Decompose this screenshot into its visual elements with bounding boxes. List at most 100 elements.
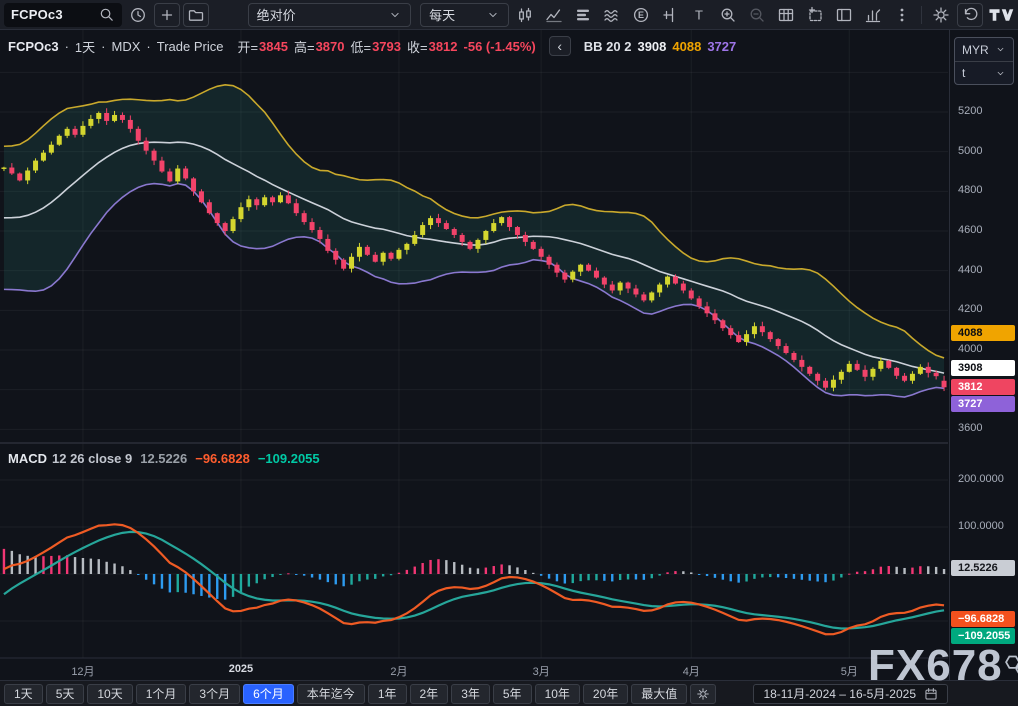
legend-symbol[interactable]: FCPOc3 — [8, 39, 59, 54]
price-badge: 3908 — [951, 360, 1015, 376]
macd-pane — [3, 524, 946, 634]
bb-indicator-title[interactable]: BB 20 2 — [584, 39, 632, 54]
interval-dropdown[interactable]: 每天 — [420, 3, 509, 27]
price-axis-label: 4600 — [958, 224, 982, 236]
volume-profile-icon[interactable] — [860, 3, 886, 27]
clock-icon[interactable] — [125, 3, 151, 27]
range-button-5年[interactable]: 5年 — [493, 684, 532, 704]
range-button-5天[interactable]: 5天 — [46, 684, 85, 704]
text-tool-icon[interactable]: T — [686, 3, 712, 27]
macd-axis-label: 200.0000 — [958, 473, 1004, 485]
compare-icon[interactable] — [570, 3, 596, 27]
high-label: 高= — [294, 37, 315, 56]
undo-icon[interactable] — [957, 3, 983, 27]
svg-text:T: T — [695, 7, 703, 22]
macd-hist-value: 12.5226 — [140, 451, 187, 466]
open-value: 3845 — [259, 39, 288, 54]
macd-axis-label: 100.0000 — [958, 520, 1004, 532]
range-button-最大值[interactable]: 最大值 — [631, 684, 687, 704]
indicators-icon[interactable] — [541, 3, 567, 27]
macd-params: 12 26 close 9 — [52, 451, 132, 466]
bb-basis-value: 3908 — [637, 39, 666, 54]
range-button-6个月[interactable]: 6个月 — [243, 684, 294, 704]
range-button-20年[interactable]: 20年 — [583, 684, 628, 704]
bottom-toolbar: 1天5天10天1个月3个月6个月本年迄今1年2年3年5年10年20年最大值 18… — [0, 680, 1018, 706]
main-chart-legend: FCPOc3 · 1天 · MDX · Trade Price 开=3845 高… — [8, 36, 736, 56]
macd-badge: −109.2055 — [951, 628, 1015, 644]
gear-icon — [696, 687, 710, 701]
chart-canvas[interactable] — [0, 30, 948, 680]
more-options-icon[interactable] — [889, 3, 915, 27]
price-axis-label: 4800 — [958, 184, 982, 196]
chart-area: FCPOc3 · 1天 · MDX · Trade Price 开=3845 高… — [0, 30, 1018, 680]
macd-signal-value: −109.2055 — [258, 451, 320, 466]
folder-icon[interactable] — [183, 3, 209, 27]
bb-lower-value: 3727 — [707, 39, 736, 54]
symbol-search[interactable]: FCPOc3 — [4, 3, 122, 27]
macd-signal-line — [4, 532, 944, 629]
time-axis-label: 2025 — [229, 663, 253, 675]
bb-upper-value: 4088 — [672, 39, 701, 54]
price-badge: 3727 — [951, 396, 1015, 412]
calendar-icon — [924, 687, 938, 701]
measure-icon[interactable] — [657, 3, 683, 27]
patterns-icon[interactable] — [599, 3, 625, 27]
time-axis-label: 12月 — [71, 663, 94, 679]
grid-table-icon[interactable] — [773, 3, 799, 27]
macd-line-value: −96.6828 — [195, 451, 250, 466]
unit-dropdown[interactable]: t — [955, 61, 1013, 84]
date-range-selector[interactable]: 18-11月-2024 – 16-5月-2025 — [753, 684, 948, 704]
price-axis-label: 4200 — [958, 303, 982, 315]
toolbar-separator — [921, 6, 922, 24]
range-button-2年[interactable]: 2年 — [410, 684, 449, 704]
layout-icon[interactable] — [831, 3, 857, 27]
time-axis[interactable]: 12月 2025 2月 3月 4月 5月 — [0, 658, 948, 680]
search-icon — [98, 6, 115, 23]
macd-title[interactable]: MACD — [8, 451, 47, 466]
collapse-legend-button[interactable]: ‹ — [549, 36, 571, 56]
zoom-in-icon[interactable] — [715, 3, 741, 27]
price-axis-label: 4400 — [958, 264, 982, 276]
range-settings-button[interactable] — [690, 684, 716, 704]
price-axis[interactable]: MYR t 5200 5000 4800 4600 4400 4200 4000 3600 40… — [949, 30, 1018, 680]
range-button-3个月[interactable]: 3个月 — [189, 684, 240, 704]
currency-dropdown[interactable]: MYR — [955, 38, 1013, 61]
chevron-down-icon — [995, 68, 1006, 79]
price-axis-label: 4000 — [958, 343, 982, 355]
candlestick-style-icon[interactable] — [512, 3, 538, 27]
time-axis-label: 3月 — [533, 663, 550, 679]
chevron-down-icon — [995, 44, 1006, 55]
open-label: 开= — [237, 37, 258, 56]
price-badge: 3812 — [951, 379, 1015, 395]
range-button-本年迄今[interactable]: 本年迄今 — [297, 684, 365, 704]
price-mode-dropdown[interactable]: 绝对价 — [248, 3, 412, 27]
svg-text:E: E — [638, 10, 644, 20]
range-button-1个月[interactable]: 1个月 — [136, 684, 187, 704]
price-axis-label: 3600 — [958, 422, 982, 434]
close-label: 收= — [407, 37, 428, 56]
legend-interval[interactable]: 1天 — [75, 37, 95, 56]
chevron-down-icon — [486, 8, 500, 22]
time-axis-label: 4月 — [683, 663, 700, 679]
events-icon[interactable]: E — [628, 3, 654, 27]
range-button-1年[interactable]: 1年 — [368, 684, 407, 704]
axis-unit-box: MYR t — [954, 37, 1014, 85]
tradingview-logo[interactable] — [988, 3, 1014, 27]
time-axis-label: 5月 — [841, 663, 858, 679]
price-axis-label: 5200 — [958, 105, 982, 117]
settings-icon[interactable] — [928, 3, 954, 27]
price-badge: 4088 — [951, 325, 1015, 341]
close-value: 3812 — [429, 39, 458, 54]
time-axis-label: 2月 — [390, 663, 407, 679]
screenshot-icon[interactable] — [802, 3, 828, 27]
symbol-name: FCPOc3 — [11, 7, 63, 22]
range-button-10天[interactable]: 10天 — [87, 684, 132, 704]
legend-series-type: Trade Price — [157, 39, 224, 54]
low-label: 低= — [350, 37, 371, 56]
range-button-3年[interactable]: 3年 — [451, 684, 490, 704]
macd-badge: 12.5226 — [951, 560, 1015, 576]
range-button-10年[interactable]: 10年 — [535, 684, 580, 704]
price-axis-label: 5000 — [958, 145, 982, 157]
range-button-1天[interactable]: 1天 — [4, 684, 43, 704]
add-symbol-icon[interactable] — [154, 3, 180, 27]
